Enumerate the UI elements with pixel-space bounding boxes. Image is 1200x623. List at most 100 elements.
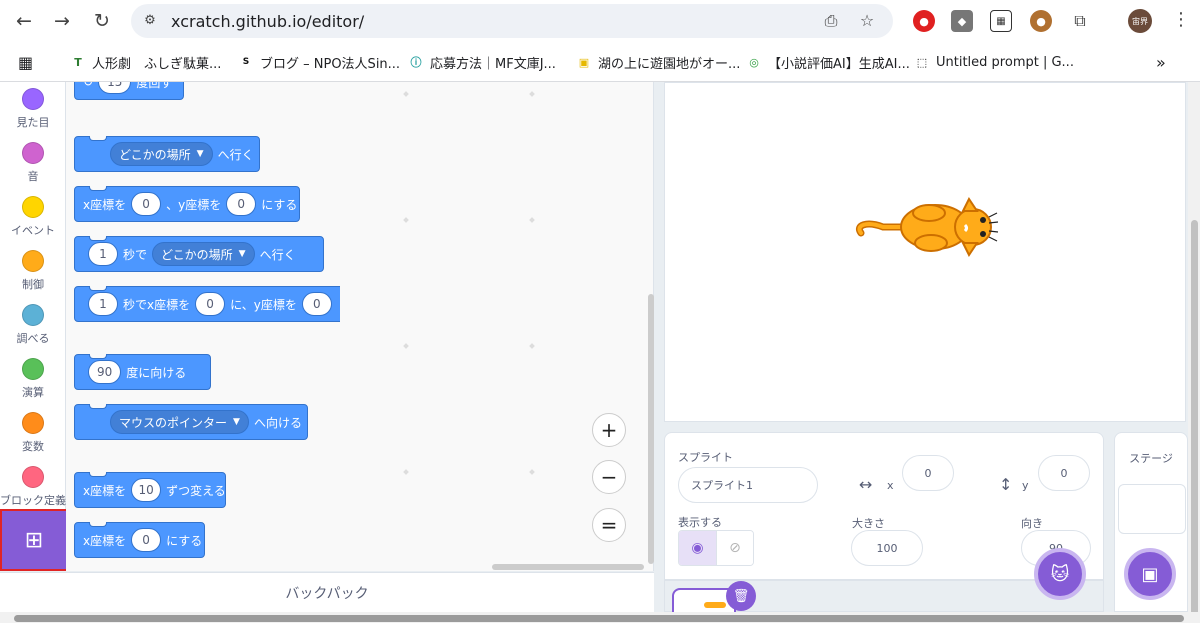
zoom-out-button[interactable]: − xyxy=(592,460,626,494)
y-input[interactable]: 0 xyxy=(226,192,257,216)
turn-arrow-icon: ↻ xyxy=(83,82,94,89)
image-plus-icon: ▣ xyxy=(1141,563,1159,585)
block-notch xyxy=(89,286,107,291)
bookmark-item[interactable]: T 人形劇 ふしぎ駄菓... xyxy=(70,52,221,72)
set-x-input[interactable]: 0 xyxy=(131,528,162,552)
x-input[interactable]: 0 xyxy=(131,192,162,216)
category-events[interactable]: イベント xyxy=(0,190,66,244)
add-sprite-button[interactable]: 🐱 xyxy=(1034,548,1086,600)
goto-block[interactable]: どこかの場所 ▼ へ行く xyxy=(74,136,260,172)
apps-grid-icon[interactable]: ▦ xyxy=(18,52,33,72)
show-eye-icon[interactable]: ◉ xyxy=(679,531,716,565)
category-label: 変数 xyxy=(22,440,44,453)
add-extension-button[interactable]: ⊞ xyxy=(0,509,68,571)
glide-xy-seconds-input[interactable]: 1 xyxy=(88,292,118,316)
block-text: x座標を xyxy=(83,533,127,548)
stage-canvas[interactable] xyxy=(664,82,1186,422)
glide-y-input[interactable]: 0 xyxy=(301,292,332,316)
extension-gray-icon[interactable]: ◆ xyxy=(951,10,973,32)
qr-code-icon[interactable]: ▦ xyxy=(990,10,1012,32)
y-label: y xyxy=(1022,479,1029,492)
glide-target-dropdown[interactable]: どこかの場所 ▼ xyxy=(152,242,255,266)
site-info-icon[interactable]: ⚙ xyxy=(141,12,159,30)
point-direction-block[interactable]: 90 度に向ける xyxy=(74,354,211,390)
zoom-in-button[interactable]: + xyxy=(592,413,626,447)
more-bookmarks-icon[interactable]: » xyxy=(1156,52,1166,72)
delete-sprite-button[interactable]: 🗑 xyxy=(726,581,756,611)
block-text: 秒でx座標を xyxy=(123,297,191,312)
sprite-y-input[interactable]: 0 xyxy=(1038,455,1090,491)
grid-dot xyxy=(403,91,409,97)
extension-red-icon[interactable]: ● xyxy=(913,10,935,32)
direction-input[interactable]: 90 xyxy=(88,360,122,384)
address-bar[interactable]: ⚙ xcratch.github.io/editor/ ⎙ ☆ xyxy=(131,4,893,38)
point-towards-block[interactable]: マウスのポインター ▼ へ向ける xyxy=(74,404,308,440)
block-text: x座標を xyxy=(83,197,127,212)
category-sensing[interactable]: 調べる xyxy=(0,298,66,352)
workspace-horizontal-scrollbar[interactable] xyxy=(492,564,644,570)
change-x-input[interactable]: 10 xyxy=(131,478,162,502)
x-label: x xyxy=(887,479,894,492)
workspace-vertical-scrollbar[interactable] xyxy=(648,294,654,564)
block-text: にする xyxy=(261,197,298,212)
backpack-bar[interactable]: バックパック xyxy=(0,572,654,612)
block-notch xyxy=(89,136,107,141)
glide-x-input[interactable]: 0 xyxy=(195,292,226,316)
sprite-size-input[interactable]: 100 xyxy=(851,530,923,566)
trash-icon: 🗑 xyxy=(732,588,750,604)
category-looks[interactable]: 見た目 xyxy=(0,82,66,136)
browser-menu-icon[interactable]: ⋮ xyxy=(1172,9,1190,33)
point-target-dropdown[interactable]: マウスのポインター ▼ xyxy=(110,410,249,434)
bookmark-star-icon[interactable]: ☆ xyxy=(857,11,877,31)
glide-to-block[interactable]: 1 秒で どこかの場所 ▼ へ行く xyxy=(74,236,324,272)
category-control[interactable]: 制御 xyxy=(0,244,66,298)
sprite-x-input[interactable]: 0 xyxy=(902,455,954,491)
stage-label: ステージ xyxy=(1129,452,1173,465)
reload-icon[interactable]: ↻ xyxy=(90,9,114,33)
glide-xy-block[interactable]: 1 秒でx座標を 0 に、y座標を 0 xyxy=(74,286,340,322)
add-backdrop-button[interactable]: ▣ xyxy=(1124,548,1176,600)
back-arrow-icon[interactable]: ← xyxy=(12,9,36,33)
script-workspace[interactable] xyxy=(340,82,654,571)
page-scrollbar-thumb[interactable] xyxy=(1191,220,1198,615)
cat-sprite-icon[interactable] xyxy=(853,189,1003,259)
caret-down-icon: ▼ xyxy=(196,149,204,159)
block-text: へ行く xyxy=(259,247,296,262)
green-circle-icon: ◎ xyxy=(749,55,759,69)
stage-thumbnail[interactable] xyxy=(1118,484,1186,534)
block-notch xyxy=(89,472,107,477)
grid-dot xyxy=(529,217,535,223)
zoom-reset-button[interactable]: = xyxy=(592,508,626,542)
park-logo-icon: ▣ xyxy=(578,55,590,69)
change-x-block[interactable]: x座標を 10 ずつ変える xyxy=(74,472,226,508)
category-sound[interactable]: 音 xyxy=(0,136,66,190)
set-x-block[interactable]: x座標を 0 にする xyxy=(74,522,205,558)
bookmark-item[interactable]: S ブログ – NPO法人Sin... xyxy=(238,52,400,72)
page-horizontal-thumb[interactable] xyxy=(14,615,1184,622)
goto-xy-block[interactable]: x座標を 0 、y座標を 0 にする xyxy=(74,186,300,222)
cookie-icon[interactable]: ● xyxy=(1030,10,1052,32)
turn-degrees-input[interactable]: 15 xyxy=(98,82,132,94)
block-notch xyxy=(89,522,107,527)
url-text[interactable]: xcratch.github.io/editor/ xyxy=(171,12,364,31)
site-logo-icon: S xyxy=(242,57,250,67)
category-operators[interactable]: 演算 xyxy=(0,352,66,406)
tree-icon: T xyxy=(74,55,82,69)
turn-block[interactable]: ↻ 15 度回す xyxy=(74,82,184,100)
bookmark-item[interactable]: ◎ 【小説評価AI】生成AI... xyxy=(746,52,910,72)
zoom-out-icon: − xyxy=(600,465,618,489)
sprite-name-input[interactable]: スプライト1 xyxy=(678,467,818,503)
profile-avatar[interactable]: 宙界 xyxy=(1128,9,1152,33)
install-app-icon[interactable]: ⎙ xyxy=(821,11,841,31)
category-my-blocks[interactable]: ブロック定義 xyxy=(0,460,66,514)
hide-eye-icon[interactable]: ⊘ xyxy=(715,531,753,565)
goto-target-dropdown[interactable]: どこかの場所 ▼ xyxy=(110,142,213,166)
category-variables[interactable]: 変数 xyxy=(0,406,66,460)
forward-arrow-icon[interactable]: → xyxy=(50,9,74,33)
bookmark-item[interactable]: ▣ 湖の上に遊園地がオー... xyxy=(576,52,741,72)
bookmark-item[interactable]: ⓘ 応募方法｜MF文庫J... xyxy=(408,52,556,72)
extensions-puzzle-icon[interactable]: ⧉ xyxy=(1069,10,1091,32)
block-text: 、y座標を xyxy=(166,197,222,212)
glide-seconds-input[interactable]: 1 xyxy=(88,242,118,266)
bookmark-item[interactable]: ⬚ Untitled prompt | G... xyxy=(914,52,1074,72)
